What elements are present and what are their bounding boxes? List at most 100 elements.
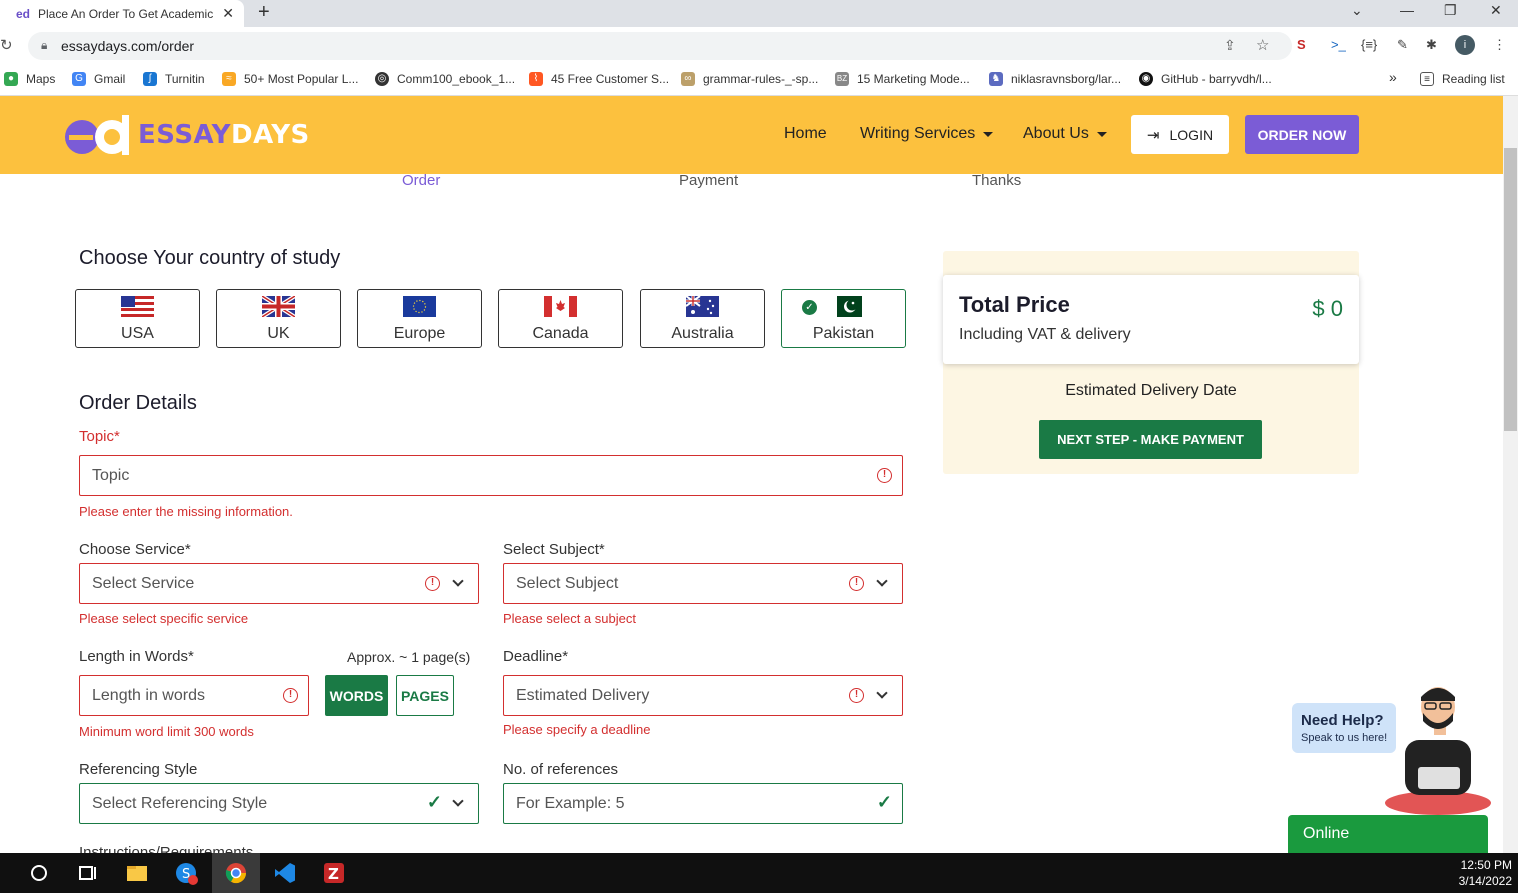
chat-agent-avatar[interactable] bbox=[1380, 685, 1495, 817]
filezilla-icon[interactable]: Z bbox=[322, 861, 346, 885]
bookmark-site-icon: ♞ bbox=[989, 72, 1003, 86]
references-label: No. of references bbox=[503, 761, 619, 778]
site-header: ESSAYDAYS Home Writing Services About Us… bbox=[0, 96, 1503, 174]
vscode-icon[interactable] bbox=[273, 861, 297, 885]
minimize-icon[interactable]: — bbox=[1400, 2, 1414, 18]
subject-error: Please select a subject bbox=[503, 611, 636, 626]
error-icon: ! bbox=[849, 688, 864, 703]
profile-avatar[interactable]: i bbox=[1455, 35, 1475, 55]
logo-text: ESSAYDAYS bbox=[138, 120, 310, 150]
service-select[interactable]: Select Service ! bbox=[79, 563, 479, 604]
referencing-select[interactable]: Select Referencing Style ✓ bbox=[79, 783, 479, 824]
caret-down-icon bbox=[983, 131, 994, 137]
error-icon: ! bbox=[283, 688, 298, 703]
nav-home[interactable]: Home bbox=[784, 125, 827, 143]
bookmark-grammar[interactable]: ∞ grammar-rules-_-sp... bbox=[681, 72, 818, 86]
window-close-icon[interactable]: ✕ bbox=[1490, 2, 1502, 19]
bookmark-comm100[interactable]: ◎ Comm100_ebook_1... bbox=[375, 72, 515, 86]
country-option-pakistan[interactable]: ✓ Pakistan bbox=[781, 289, 906, 348]
error-icon: ! bbox=[877, 468, 892, 483]
svg-text:Z: Z bbox=[328, 865, 339, 883]
bookmark-maps[interactable]: ● Maps bbox=[4, 72, 55, 86]
extensions-puzzle-icon[interactable]: ✱ bbox=[1426, 37, 1437, 53]
browser-menu-icon[interactable]: ⋮ bbox=[1493, 37, 1506, 53]
logo-mark-icon bbox=[62, 113, 132, 157]
step-thanks: Thanks bbox=[972, 172, 1022, 189]
nav-about-us[interactable]: About Us bbox=[1023, 125, 1107, 143]
chevron-down-icon bbox=[452, 575, 464, 587]
extension-seo-icon[interactable]: S bbox=[1297, 37, 1306, 52]
service-error: Please select specific service bbox=[79, 611, 249, 626]
pakistan-flag-icon bbox=[829, 296, 862, 317]
delivery-date-label: Estimated Delivery Date bbox=[1065, 382, 1237, 399]
bookmark-free-customer[interactable]: ⌇ 45 Free Customer S... bbox=[529, 72, 669, 86]
extension-picker-icon[interactable]: ✎ bbox=[1397, 37, 1408, 53]
more-bookmarks-icon[interactable]: » bbox=[1389, 69, 1397, 85]
valid-check-icon: ✓ bbox=[426, 792, 442, 812]
service-label: Choose Service* bbox=[79, 541, 191, 558]
windows-taskbar: S Z 12:50 PM 3/14/2022 bbox=[0, 853, 1518, 893]
share-icon[interactable]: ⇪ bbox=[1224, 37, 1236, 54]
speak-text: Speak to us here! bbox=[1301, 732, 1388, 744]
skype-icon[interactable]: S bbox=[174, 861, 198, 885]
tab-close-icon[interactable]: ✕ bbox=[222, 5, 234, 22]
site-logo[interactable]: ESSAYDAYS bbox=[62, 113, 310, 157]
bookmark-turnitin[interactable]: ʃ Turnitin bbox=[143, 72, 205, 86]
chevron-down-icon bbox=[876, 575, 888, 587]
words-toggle-button[interactable]: WORDS bbox=[325, 675, 388, 716]
maps-icon: ● bbox=[4, 72, 18, 86]
extension-terminal-icon[interactable]: >_ bbox=[1331, 37, 1346, 52]
new-tab-icon[interactable]: + bbox=[258, 1, 270, 24]
pages-toggle-button[interactable]: PAGES bbox=[396, 675, 454, 716]
tab-search-icon[interactable]: ⌄ bbox=[1351, 2, 1363, 19]
bookmark-star-icon[interactable]: ☆ bbox=[1256, 36, 1269, 54]
login-button[interactable]: ⇥ LOGIN bbox=[1131, 115, 1229, 154]
subject-select[interactable]: Select Subject ! bbox=[503, 563, 903, 604]
country-option-europe[interactable]: Europe bbox=[357, 289, 482, 348]
task-view-icon[interactable] bbox=[75, 861, 99, 885]
reload-icon[interactable]: ↻ bbox=[0, 36, 13, 54]
deadline-error: Please specify a deadline bbox=[503, 722, 651, 737]
order-now-button[interactable]: ORDER NOW bbox=[1245, 115, 1359, 154]
hubspot-icon: ⌇ bbox=[529, 72, 543, 86]
chat-online-bar[interactable]: Online bbox=[1288, 815, 1488, 853]
price-card: Total Price Including VAT & delivery $ 0 bbox=[943, 275, 1359, 364]
nav-writing-services[interactable]: Writing Services bbox=[860, 125, 994, 143]
topic-input[interactable]: Topic ! bbox=[79, 455, 903, 496]
length-error: Minimum word limit 300 words bbox=[79, 724, 254, 739]
bookmark-niklas[interactable]: ♞ niklasravnsborg/lar... bbox=[989, 72, 1121, 86]
error-icon: ! bbox=[425, 576, 440, 591]
country-option-australia[interactable]: Australia bbox=[640, 289, 765, 348]
browser-tab[interactable]: ed Place An Order To Get Academic ✕ bbox=[0, 0, 244, 27]
reading-list-icon: ≡ bbox=[1420, 72, 1434, 86]
bookmark-site-icon: ∞ bbox=[681, 72, 695, 86]
restore-icon[interactable]: ❐ bbox=[1444, 2, 1457, 19]
bz-icon: BZ bbox=[835, 72, 849, 86]
omnibox[interactable]: 🔒︎ essaydays.com/order ⇪ ☆ bbox=[28, 32, 1292, 60]
bookmark-site-icon: ≈ bbox=[222, 72, 236, 86]
length-input[interactable]: Length in words ! bbox=[79, 675, 309, 716]
country-option-usa[interactable]: USA bbox=[75, 289, 200, 348]
system-clock[interactable]: 12:50 PM 3/14/2022 bbox=[1459, 857, 1512, 889]
bookmark-popular[interactable]: ≈50+ Most Popular L... bbox=[222, 72, 358, 86]
next-step-button[interactable]: NEXT STEP - MAKE PAYMENT bbox=[1039, 420, 1262, 459]
scrollbar-thumb[interactable] bbox=[1504, 148, 1517, 431]
deadline-select[interactable]: Estimated Delivery ! bbox=[503, 675, 903, 716]
file-explorer-icon[interactable] bbox=[125, 861, 149, 885]
site-favicon-icon: ed bbox=[16, 6, 31, 21]
search-circle-icon[interactable] bbox=[27, 861, 51, 885]
github-icon: ◉ bbox=[1139, 72, 1153, 86]
bookmark-marketing[interactable]: BZ 15 Marketing Mode... bbox=[835, 72, 970, 86]
chevron-down-icon bbox=[452, 795, 464, 807]
references-input[interactable]: For Example: 5 ✓ bbox=[503, 783, 903, 824]
chrome-icon[interactable] bbox=[224, 861, 248, 885]
reading-list[interactable]: ≡ Reading list bbox=[1420, 72, 1505, 86]
extension-json-icon[interactable]: {≡} bbox=[1361, 37, 1377, 52]
total-price-sub: Including VAT & delivery bbox=[959, 326, 1131, 343]
bookmark-github[interactable]: ◉ GitHub - barryvdh/l... bbox=[1139, 72, 1272, 86]
country-option-canada[interactable]: Canada bbox=[498, 289, 623, 348]
country-option-uk[interactable]: UK bbox=[216, 289, 341, 348]
url-text[interactable]: essaydays.com/order bbox=[61, 38, 194, 54]
lock-icon[interactable]: 🔒︎ bbox=[41, 38, 47, 53]
bookmark-gmail[interactable]: G Gmail bbox=[72, 72, 125, 86]
